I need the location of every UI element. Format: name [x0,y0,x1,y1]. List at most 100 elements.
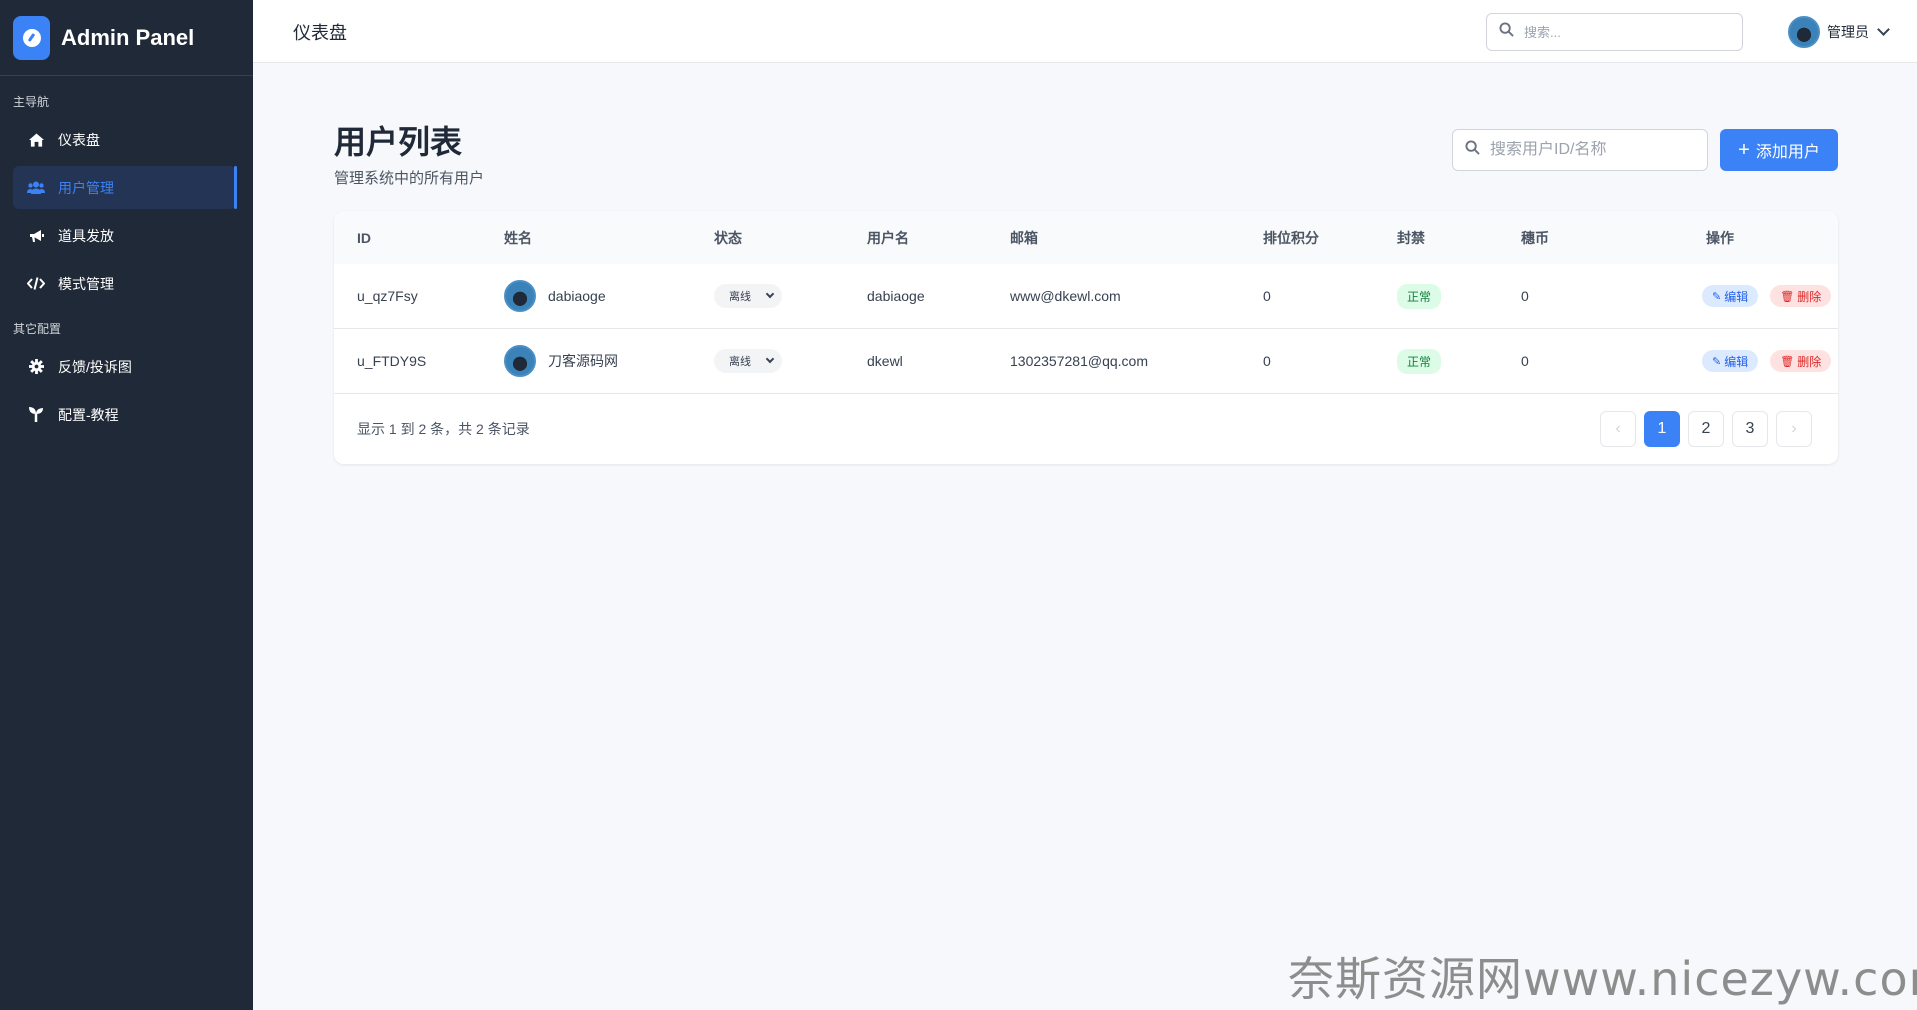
global-search[interactable] [1486,13,1743,51]
megaphone-icon [27,227,45,245]
pagination-info: 显示 1 到 2 条，共 2 条记录 [357,420,530,437]
sidebar-item-items[interactable]: 道具发放 [13,214,236,257]
seedling-icon [27,406,45,424]
edit-label: 编辑 [1724,354,1749,369]
header-id: ID [357,229,371,246]
trash-icon: 🗑 [1780,290,1795,303]
header-status: 状态 [714,229,742,246]
table-row: u_FTDY9S 刀客源码网 离线 dkewl 1302357281@qq.co… [334,329,1838,394]
add-user-button[interactable]: + 添加用户 [1720,129,1838,171]
page-breadcrumb: 仪表盘 [293,23,347,43]
home-icon [27,131,45,149]
chevron-down-icon [765,289,775,299]
nav-section-main: 主导航 [13,95,50,109]
cell-name-text: 刀客源码网 [548,353,618,369]
code-icon [27,275,45,293]
sidebar-item-dashboard[interactable]: 仪表盘 [13,118,236,161]
chevron-left-icon: ‹ [1615,420,1621,437]
cell-username: dabiaoge [867,288,925,304]
sidebar-item-label: 模式管理 [58,275,114,292]
status-select[interactable]: 离线 [714,284,782,308]
status-badge: 正常 [1397,283,1442,309]
page-button-3[interactable]: 3 [1732,411,1768,447]
cell-name-text: dabiaoge [548,288,606,304]
users-icon [27,179,45,197]
page-subtitle: 管理系统中的所有用户 [334,170,485,187]
cell-name: dabiaoge [504,280,606,312]
search-icon [1465,140,1480,160]
page-title: 用户列表 [334,124,463,160]
plus-icon: + [1738,139,1750,161]
cell-coin: 0 [1521,288,1529,304]
table-footer: 显示 1 到 2 条，共 2 条记录 ‹ 1 2 3 › [334,394,1838,463]
delete-button[interactable]: 🗑 删除 [1770,285,1832,307]
edit-button[interactable]: ✎ 编辑 [1702,350,1759,372]
nav-section-other: 其它配置 [13,322,62,336]
sidebar-item-config[interactable]: 配置-教程 [13,393,236,436]
avatar [504,345,536,377]
chevron-down-icon [765,354,775,364]
sidebar-item-modes[interactable]: 模式管理 [13,262,236,305]
next-page-button[interactable]: › [1776,411,1812,447]
pencil-icon: ✎ [1712,290,1722,303]
status-badge: 正常 [1397,348,1442,374]
header-name: 姓名 [504,229,532,246]
pagination: ‹ 1 2 3 › [1600,411,1812,447]
page-button-1[interactable]: 1 [1644,411,1680,447]
chevron-right-icon: › [1791,420,1797,437]
header-rank: 排位积分 [1263,229,1319,246]
status-value: 离线 [729,356,751,368]
row-actions: ✎ 编辑 🗑 删除 [1702,350,1832,372]
avatar [1788,16,1820,48]
sidebar-item-feedback[interactable]: 反馈/投诉图 [13,345,236,388]
cell-rank: 0 [1263,288,1271,304]
cell-email: www@dkewl.com [1010,288,1121,304]
user-search[interactable] [1452,129,1708,171]
edit-button[interactable]: ✎ 编辑 [1702,285,1759,307]
header-username: 用户名 [867,229,909,246]
chevron-down-icon [1877,23,1890,36]
sidebar: Admin Panel 主导航 仪表盘 用户管理 道具发放 模式管理 其它配置 … [0,0,253,1010]
table-header: ID 姓名 状态 用户名 邮箱 排位积分 封禁 穗币 操作 [334,211,1838,264]
delete-label: 删除 [1797,354,1822,369]
sidebar-item-label: 仪表盘 [58,131,100,148]
user-table-card: ID 姓名 状态 用户名 邮箱 排位积分 封禁 穗币 操作 u_qz7Fsy d… [334,211,1838,464]
logo-icon [13,15,50,60]
sidebar-item-label: 道具发放 [58,227,114,244]
cell-username: dkewl [867,353,903,369]
cell-id: u_qz7Fsy [357,288,418,304]
sidebar-item-users[interactable]: 用户管理 [13,166,237,209]
sidebar-item-label: 用户管理 [58,179,114,196]
user-search-input[interactable] [1490,141,1690,159]
brand-title: Admin Panel [61,24,195,50]
delete-label: 删除 [1797,289,1822,304]
row-actions: ✎ 编辑 🗑 删除 [1702,285,1832,307]
user-name: 管理员 [1827,24,1869,40]
search-icon [1499,22,1514,42]
pencil-icon: ✎ [1712,355,1722,368]
header-coin: 穗币 [1521,229,1549,246]
header-email: 邮箱 [1010,229,1038,246]
page-button-2[interactable]: 2 [1688,411,1724,447]
cell-id: u_FTDY9S [357,353,427,369]
cell-coin: 0 [1521,353,1529,369]
header-actions: 操作 [1706,229,1734,246]
header-ban: 封禁 [1397,229,1425,246]
gear-icon [27,358,45,376]
watermark: 奈斯资源网www.nicezyw.com [1288,952,1917,1006]
avatar [504,280,536,312]
sidebar-item-label: 配置-教程 [58,406,119,423]
brand[interactable]: Admin Panel [0,0,253,76]
sidebar-item-label: 反馈/投诉图 [58,358,132,375]
edit-label: 编辑 [1724,289,1749,304]
prev-page-button[interactable]: ‹ [1600,411,1636,447]
cell-rank: 0 [1263,353,1271,369]
table-row: u_qz7Fsy dabiaoge 离线 dabiaoge www@dkewl.… [334,264,1838,329]
delete-button[interactable]: 🗑 删除 [1770,350,1832,372]
user-menu[interactable]: 管理员 [1788,16,1890,48]
cell-name: 刀客源码网 [504,345,618,377]
global-search-input[interactable] [1524,24,1724,40]
add-user-label: 添加用户 [1755,144,1820,161]
status-select[interactable]: 离线 [714,349,782,373]
topbar: 仪表盘 管理员 [253,0,1917,63]
